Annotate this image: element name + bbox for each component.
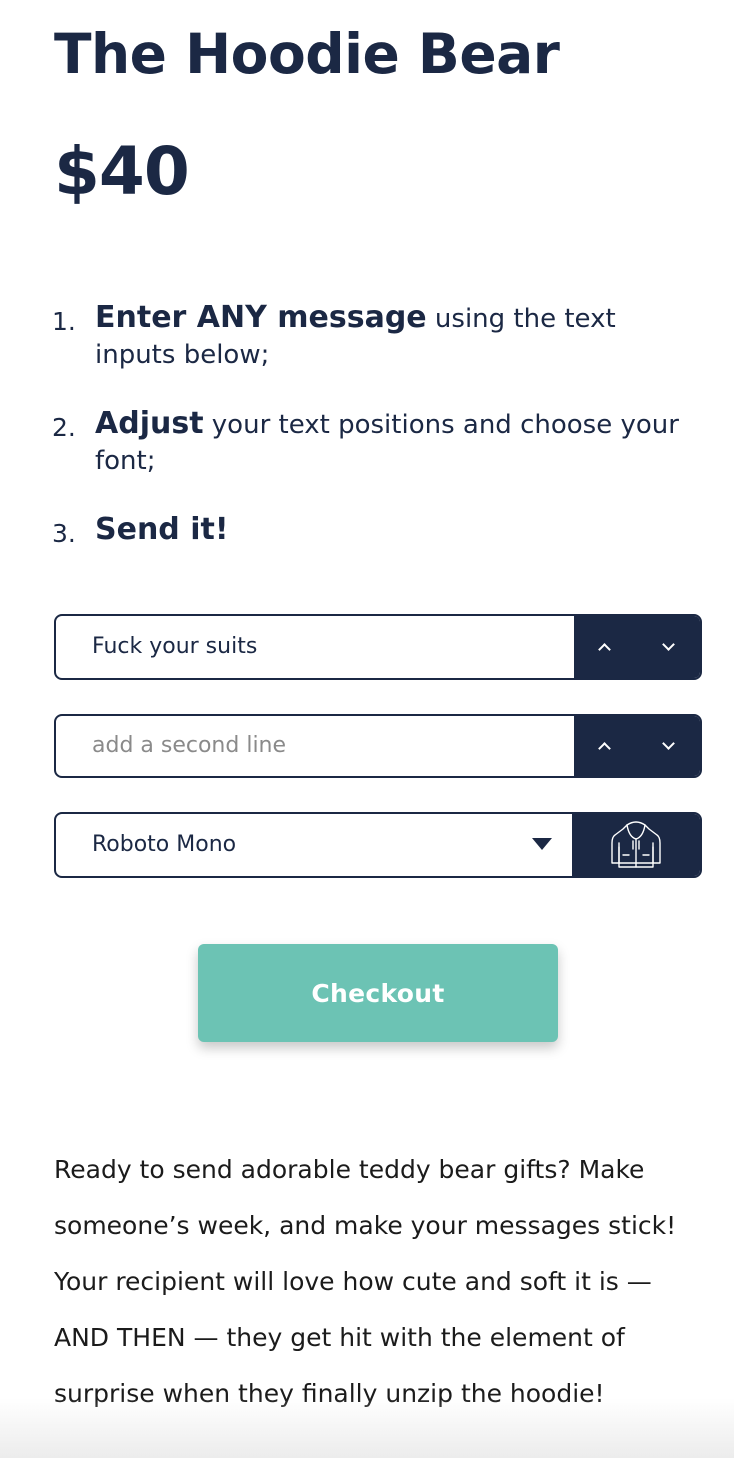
product-title: The Hoodie Bear [54, 22, 560, 86]
line2-move-up-button[interactable] [574, 716, 634, 776]
chevron-down-icon [661, 637, 675, 651]
step-number: 1. [52, 307, 76, 336]
hoodie-preview-button[interactable] [572, 814, 700, 876]
line1-move-up-button[interactable] [574, 616, 634, 678]
step-bold-text: Enter ANY message [95, 300, 427, 335]
line1-move-down-button[interactable] [638, 616, 698, 678]
font-select-field: Roboto Mono [54, 812, 702, 878]
line1-position-stepper [574, 616, 700, 678]
line2-move-down-button[interactable] [638, 716, 698, 776]
line2-position-stepper [574, 716, 700, 776]
line2-input[interactable] [92, 716, 562, 776]
line1-field [54, 614, 702, 680]
step-bold-text: Send it! [95, 512, 229, 547]
chevron-up-icon [597, 642, 611, 656]
line1-input[interactable] [92, 616, 562, 678]
chevron-up-icon [597, 741, 611, 755]
dropdown-arrow-icon[interactable] [532, 838, 552, 850]
step-number: 3. [52, 519, 76, 548]
hoodie-icon [611, 821, 661, 868]
font-select[interactable]: Roboto Mono [92, 814, 562, 876]
step-bold-text: Adjust [95, 406, 204, 441]
step-number: 2. [52, 413, 76, 442]
product-page: The Hoodie Bear $40 1. Enter ANY message… [0, 0, 734, 1458]
checkout-button[interactable]: Checkout [198, 944, 558, 1042]
line2-field [54, 714, 702, 778]
product-price: $40 [54, 133, 190, 210]
chevron-down-icon [661, 736, 675, 750]
product-description: Ready to send adorable teddy bear gifts?… [54, 1155, 677, 1408]
